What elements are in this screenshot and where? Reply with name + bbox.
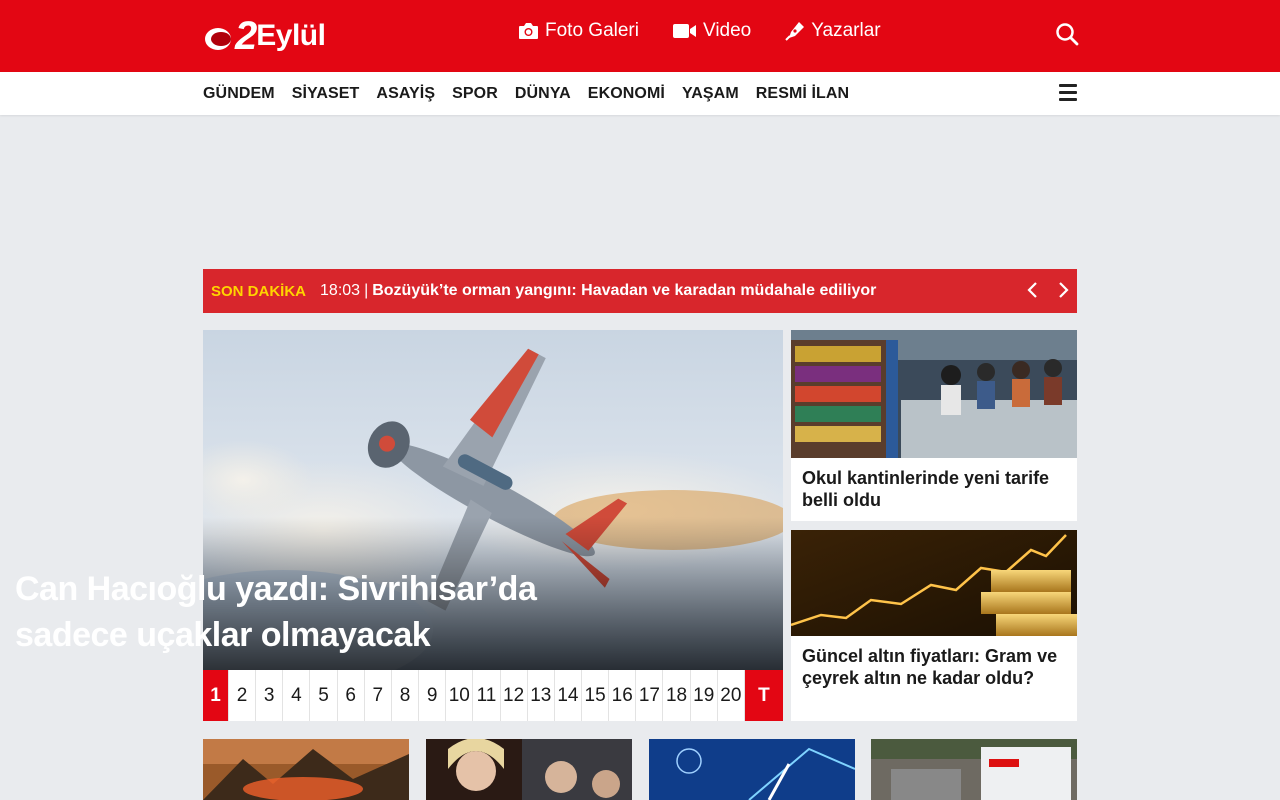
page-15[interactable]: 15	[582, 670, 610, 721]
page-5[interactable]: 5	[310, 670, 338, 721]
breaking-separator: |	[364, 282, 369, 299]
page-11[interactable]: 11	[473, 670, 501, 721]
page-18[interactable]: 18	[663, 670, 691, 721]
site-logo[interactable]: 2 Eylül	[203, 14, 353, 58]
page-4[interactable]: 4	[283, 670, 311, 721]
breaking-arrows	[1025, 280, 1071, 300]
category-asayis[interactable]: ASAYİŞ	[376, 85, 435, 103]
news-thumb-forest-fire[interactable]	[203, 739, 409, 800]
page-3[interactable]: 3	[256, 670, 284, 721]
logo-mark	[203, 18, 239, 54]
nav-video[interactable]: Video	[672, 20, 752, 42]
side-news-card-2[interactable]: Güncel altın fiyatları: Gram ve çeyrek a…	[791, 530, 1077, 721]
category-dunya[interactable]: DÜNYA	[515, 85, 571, 103]
page-8[interactable]: 8	[392, 670, 420, 721]
breaking-tag: SON DAKİKA	[211, 282, 307, 300]
page-all[interactable]: T	[744, 670, 783, 721]
category-gundem[interactable]: GÜNDEM	[203, 85, 275, 103]
pen-icon	[785, 21, 805, 41]
chevron-right-icon[interactable]	[1055, 280, 1071, 300]
nav-video-label: Video	[702, 20, 752, 41]
side-card-1-title: Okul kantinlerinde yeni tarife belli old…	[802, 468, 1050, 510]
page-16[interactable]: 16	[609, 670, 637, 721]
chevron-left-icon[interactable]	[1025, 280, 1041, 300]
page-19[interactable]: 19	[691, 670, 718, 721]
side-card-1-image	[791, 330, 1077, 458]
side-news-card-1[interactable]: Okul kantinlerinde yeni tarife belli old…	[791, 330, 1077, 521]
news-thumb-central-bank[interactable]	[649, 739, 855, 800]
search-icon[interactable]	[1055, 22, 1079, 46]
page-14[interactable]: 14	[555, 670, 582, 721]
nav-foto-galeri-label: Foto Galeri	[545, 20, 639, 41]
slider-pagination: 1 2 3 4 5 6 7 8 9 10 11 12 13 14 15 16 1…	[203, 670, 783, 721]
page-12[interactable]: 12	[501, 670, 528, 721]
top-header: 2 Eylül Foto Galeri Video Yazarlar	[0, 0, 1280, 72]
breaking-headline[interactable]: Bozüyük’te orman yangını: Havadan ve kar…	[372, 282, 876, 300]
side-card-2-image	[791, 530, 1077, 636]
logo-word: Eylül	[256, 19, 326, 52]
breaking-news-bar: SON DAKİKA 18:03 | Bozüyük’te orman yang…	[203, 269, 1077, 313]
nav-yazarlar-label: Yazarlar	[811, 20, 881, 41]
menu-icon[interactable]	[1059, 84, 1077, 101]
category-resmi-ilan[interactable]: RESMİ İLAN	[756, 85, 849, 103]
news-thumb-people[interactable]	[426, 739, 632, 800]
top-nav: Foto Galeri Video Yazarlar	[518, 20, 881, 42]
page-13[interactable]: 13	[528, 670, 555, 721]
category-spor[interactable]: SPOR	[452, 85, 498, 103]
page-2[interactable]: 2	[229, 670, 257, 721]
page-17[interactable]: 17	[636, 670, 664, 721]
page-1[interactable]: 1	[203, 670, 229, 721]
side-card-2-title: Güncel altın fiyatları: Gram ve çeyrek a…	[802, 646, 1058, 688]
page-6[interactable]: 6	[338, 670, 365, 721]
camera-icon	[518, 22, 539, 40]
slider-title[interactable]: Can Hacıoğlu yazdı: Sivrihisar’da sadece…	[15, 566, 575, 658]
nav-yazarlar[interactable]: Yazarlar	[785, 20, 881, 42]
category-yasam[interactable]: YAŞAM	[682, 85, 739, 103]
breaking-time: 18:03	[320, 282, 361, 299]
category-ekonomi[interactable]: EKONOMİ	[588, 85, 665, 103]
headline-slider	[203, 330, 783, 721]
page-7[interactable]: 7	[365, 670, 392, 721]
news-thumb-ambulance[interactable]	[871, 739, 1077, 800]
category-nav: GÜNDEM SİYASET ASAYİŞ SPOR DÜNYA EKONOMİ…	[203, 72, 849, 115]
page-20[interactable]: 20	[718, 670, 745, 721]
nav-foto-galeri[interactable]: Foto Galeri	[518, 20, 639, 42]
page-10[interactable]: 10	[446, 670, 474, 721]
category-siyaset[interactable]: SİYASET	[292, 85, 360, 103]
page-9[interactable]: 9	[419, 670, 447, 721]
category-bar: GÜNDEM SİYASET ASAYİŞ SPOR DÜNYA EKONOMİ…	[0, 72, 1280, 115]
video-camera-icon	[672, 23, 697, 39]
